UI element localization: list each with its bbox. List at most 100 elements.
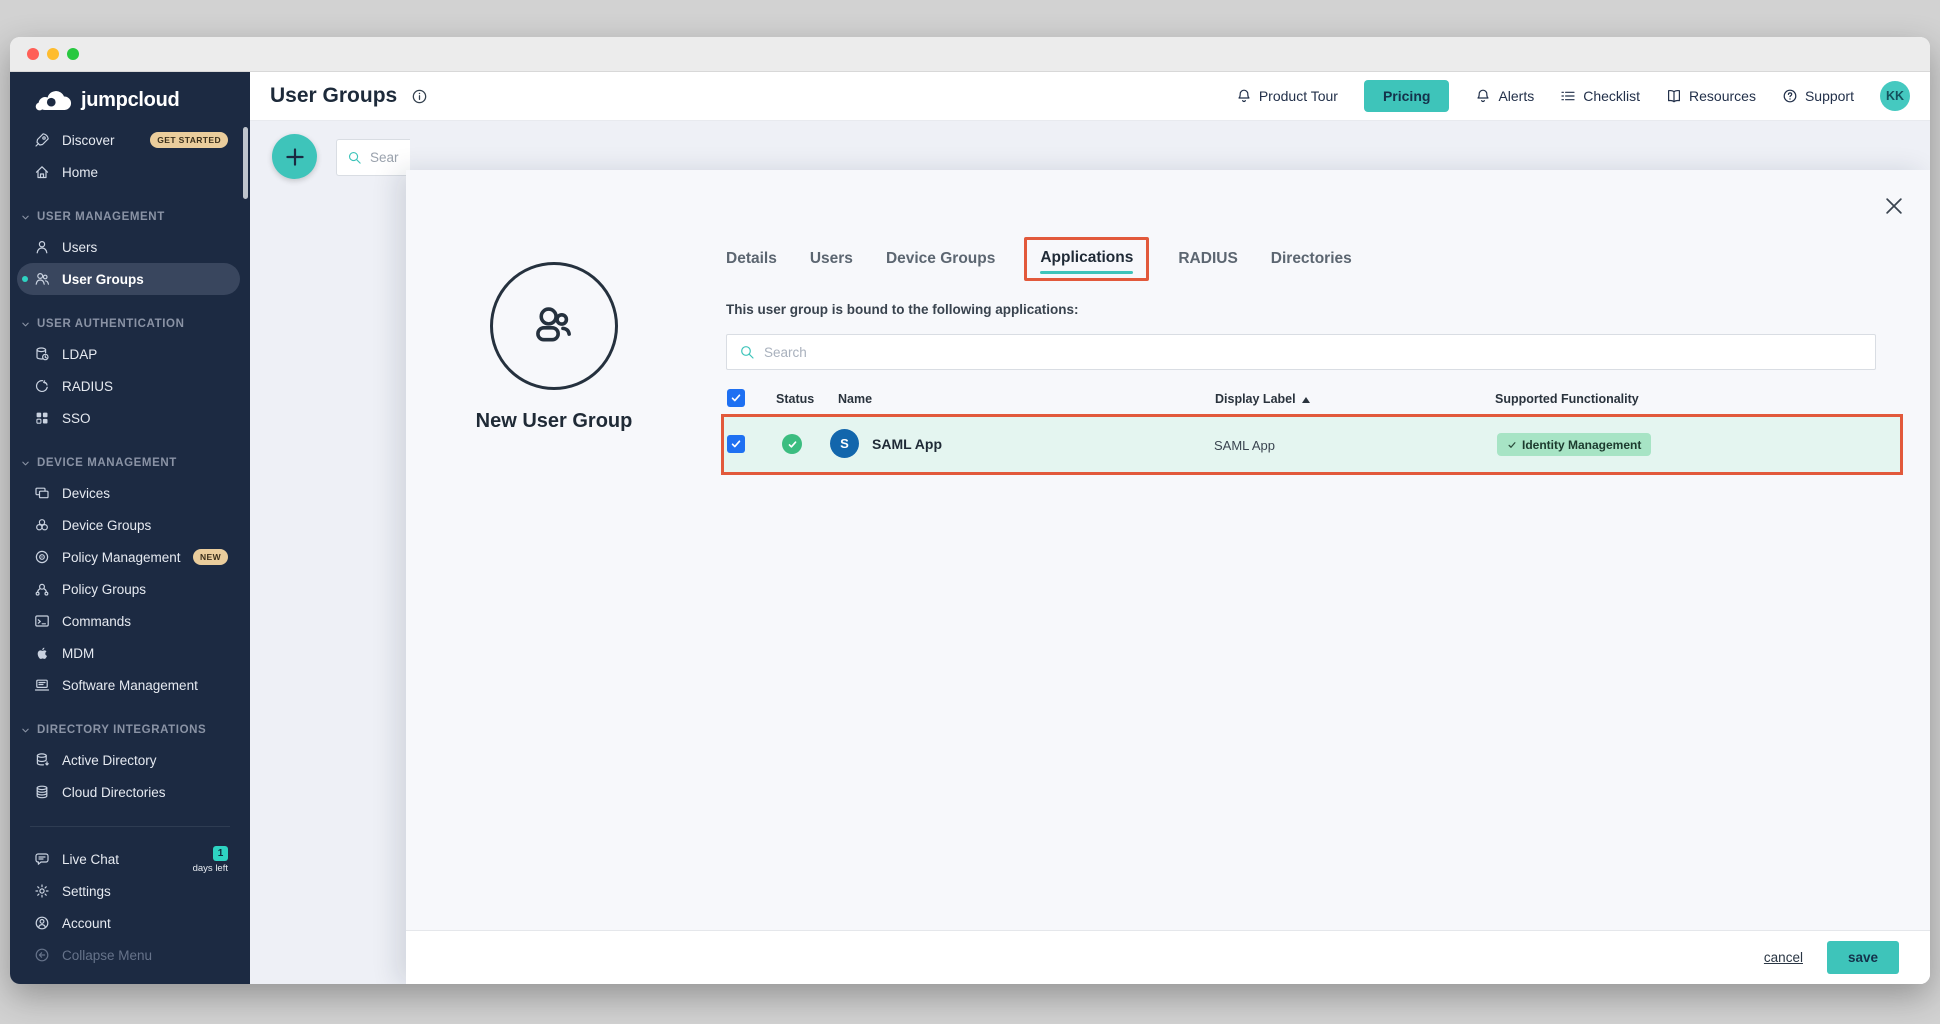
page-title: User Groups bbox=[270, 84, 397, 108]
sso-grid-icon bbox=[34, 410, 54, 426]
get-started-badge: GET STARTED bbox=[150, 132, 228, 148]
chat-icon bbox=[34, 851, 54, 867]
sidebar-item-radius[interactable]: RADIUS bbox=[10, 370, 250, 402]
sidebar-item-users[interactable]: Users bbox=[10, 231, 250, 263]
window-zoom-button[interactable] bbox=[67, 48, 79, 60]
bell-icon bbox=[1236, 88, 1252, 104]
user-group-icon bbox=[34, 271, 54, 287]
sidebar: jumpcloud Discover GET STARTED Home USER… bbox=[10, 72, 250, 984]
plus-icon bbox=[284, 146, 306, 168]
functionality-chip: Identity Management bbox=[1497, 433, 1651, 456]
table-row[interactable]: S SAML App SAML App Identity Management bbox=[724, 417, 1900, 472]
checklist-button[interactable]: Checklist bbox=[1560, 88, 1640, 104]
sidebar-item-commands[interactable]: Commands bbox=[10, 605, 250, 637]
tab-details[interactable]: Details bbox=[726, 250, 777, 268]
sidebar-item-account[interactable]: Account bbox=[10, 907, 250, 939]
sidebar-item-live-chat[interactable]: Live Chat 1 days left bbox=[10, 843, 250, 875]
active-directory-icon bbox=[34, 752, 54, 768]
account-icon bbox=[34, 915, 54, 931]
sidebar-item-home[interactable]: Home bbox=[10, 156, 250, 188]
sidebar-item-label: Discover bbox=[62, 133, 115, 148]
sidebar-item-device-groups[interactable]: Device Groups bbox=[10, 509, 250, 541]
tab-applications[interactable]: Applications bbox=[1040, 249, 1133, 267]
user-group-icon bbox=[523, 295, 585, 357]
cloud-directory-icon bbox=[34, 784, 54, 800]
add-user-group-button[interactable] bbox=[272, 134, 317, 179]
sidebar-item-software-management[interactable]: Software Management bbox=[10, 669, 250, 701]
logo-text: jumpcloud bbox=[81, 89, 179, 112]
section-device-management[interactable]: DEVICE MANAGEMENT bbox=[10, 449, 250, 477]
section-user-authentication[interactable]: USER AUTHENTICATION bbox=[10, 310, 250, 338]
sidebar-item-label: Device Groups bbox=[62, 518, 151, 533]
alerts-button[interactable]: Alerts bbox=[1475, 88, 1534, 104]
cancel-button[interactable]: cancel bbox=[1764, 950, 1803, 965]
sidebar-item-devices[interactable]: Devices bbox=[10, 477, 250, 509]
close-icon[interactable] bbox=[1884, 196, 1904, 216]
save-button[interactable]: save bbox=[1827, 941, 1899, 974]
app-window: jumpcloud Discover GET STARTED Home USER… bbox=[10, 37, 1930, 984]
devices-icon bbox=[34, 485, 54, 501]
applications-table-header: Status Name Display Label Supported Func… bbox=[726, 384, 1900, 416]
applications-search-input[interactable] bbox=[764, 345, 1863, 360]
annotation-box-saml-row: S SAML App SAML App Identity Management bbox=[721, 414, 1903, 475]
sidebar-item-cloud-directories[interactable]: Cloud Directories bbox=[10, 776, 250, 808]
sidebar-item-mdm[interactable]: MDM bbox=[10, 637, 250, 669]
active-item-dot bbox=[22, 276, 28, 282]
sidebar-item-label: SSO bbox=[62, 411, 91, 426]
tab-users[interactable]: Users bbox=[810, 250, 853, 268]
pricing-button[interactable]: Pricing bbox=[1364, 80, 1449, 112]
sidebar-item-label: Collapse Menu bbox=[62, 948, 152, 963]
top-header: User Groups Product Tour Pricing Alerts … bbox=[250, 72, 1930, 121]
group-name: New User Group bbox=[424, 410, 684, 433]
row-checkbox[interactable] bbox=[727, 435, 745, 453]
support-button[interactable]: Support bbox=[1782, 88, 1854, 104]
sidebar-item-policy-groups[interactable]: Policy Groups bbox=[10, 573, 250, 605]
window-minimize-button[interactable] bbox=[47, 48, 59, 60]
section-user-management[interactable]: USER MANAGEMENT bbox=[10, 203, 250, 231]
sidebar-nav: Discover GET STARTED Home USER MANAGEMEN… bbox=[10, 124, 250, 971]
sidebar-item-policy-management[interactable]: Policy Management NEW bbox=[10, 541, 250, 573]
sidebar-item-settings[interactable]: Settings bbox=[10, 875, 250, 907]
column-header-status[interactable]: Status bbox=[776, 392, 814, 406]
sidebar-item-label: MDM bbox=[62, 646, 94, 661]
product-tour-button[interactable]: Product Tour bbox=[1236, 88, 1338, 104]
column-header-name[interactable]: Name bbox=[838, 392, 872, 406]
user-avatar[interactable]: KK bbox=[1880, 81, 1910, 111]
collapse-arrow-icon bbox=[34, 947, 54, 963]
column-header-display-label[interactable]: Display Label bbox=[1215, 392, 1310, 406]
select-all-checkbox[interactable] bbox=[727, 389, 745, 407]
tab-radius[interactable]: RADIUS bbox=[1178, 250, 1237, 268]
tab-directories[interactable]: Directories bbox=[1271, 250, 1352, 268]
book-icon bbox=[1666, 88, 1682, 104]
cloud-logo-icon bbox=[34, 88, 72, 113]
resources-button[interactable]: Resources bbox=[1666, 88, 1756, 104]
sidebar-item-user-groups[interactable]: User Groups bbox=[17, 263, 240, 295]
applications-search[interactable] bbox=[726, 334, 1876, 370]
section-directory-integrations[interactable]: DIRECTORY INTEGRATIONS bbox=[10, 716, 250, 744]
jumpcloud-logo[interactable]: jumpcloud bbox=[10, 72, 250, 115]
bell-icon bbox=[1475, 88, 1491, 104]
list-search-input[interactable]: Sear bbox=[336, 139, 410, 176]
section-title: DEVICE MANAGEMENT bbox=[37, 457, 177, 469]
sidebar-item-label: Software Management bbox=[62, 678, 198, 693]
info-icon[interactable] bbox=[411, 88, 428, 105]
sidebar-item-discover[interactable]: Discover GET STARTED bbox=[10, 124, 250, 156]
laptop-icon bbox=[34, 677, 54, 693]
sidebar-item-ldap[interactable]: LDAP bbox=[10, 338, 250, 370]
sidebar-item-label: Settings bbox=[62, 884, 111, 899]
sidebar-item-active-directory[interactable]: Active Directory bbox=[10, 744, 250, 776]
column-header-supported-functionality[interactable]: Supported Functionality bbox=[1495, 392, 1639, 406]
sort-ascending-icon bbox=[1302, 397, 1310, 403]
section-title: DIRECTORY INTEGRATIONS bbox=[37, 724, 206, 736]
trial-days-badge: 1 bbox=[213, 846, 228, 861]
tab-device-groups[interactable]: Device Groups bbox=[886, 250, 995, 268]
section-title: USER AUTHENTICATION bbox=[37, 318, 184, 330]
window-close-button[interactable] bbox=[27, 48, 39, 60]
section-title: USER MANAGEMENT bbox=[37, 211, 165, 223]
sidebar-item-sso[interactable]: SSO bbox=[10, 402, 250, 434]
user-group-drawer: New User Group Details Users Device Grou… bbox=[406, 170, 1930, 984]
sidebar-item-collapse-menu[interactable]: Collapse Menu bbox=[10, 939, 250, 971]
new-badge: NEW bbox=[193, 549, 228, 565]
list-search-placeholder: Sear bbox=[370, 150, 399, 165]
sidebar-item-label: Devices bbox=[62, 486, 110, 501]
